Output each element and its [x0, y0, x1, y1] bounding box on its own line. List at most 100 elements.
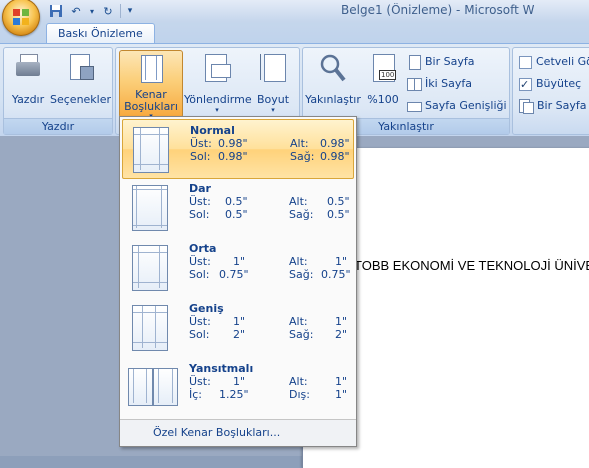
margin-bottom-value: 0.5" — [327, 195, 350, 208]
margin-right-value: 2" — [335, 328, 348, 341]
margin-bottom-label: Alt: — [290, 137, 309, 150]
margin-left-value: 2" — [233, 328, 246, 341]
margin-outside-value: 1" — [335, 388, 348, 401]
margin-right-label: Sağ: — [290, 150, 315, 163]
margins-icon — [135, 53, 167, 85]
shrink-one-page-button[interactable]: Bir Sayfa D — [519, 97, 589, 115]
margin-bottom-label: Alt: — [289, 375, 308, 388]
show-ruler-label: Cetveli Gö — [536, 55, 589, 68]
print-button-label: Yazdır — [11, 93, 45, 106]
margin-inside-value: 1.25" — [219, 388, 249, 401]
margin-top-label: Üst: — [190, 137, 212, 150]
size-label: Boyut — [256, 93, 290, 106]
margin-top-value: 0.98" — [218, 137, 248, 150]
custom-margins-item[interactable]: Özel Kenar Boşlukları... — [120, 419, 356, 446]
margin-top-label: Üst: — [189, 315, 211, 328]
size-dropdown-icon: ▾ — [271, 106, 275, 114]
magnifier-label: Büyüteç — [536, 77, 582, 90]
options-button-label: Seçenekler — [50, 93, 112, 106]
zoom-100-label: %100 — [367, 93, 399, 106]
margin-bottom-value: 1" — [335, 255, 348, 268]
margin-left-value: 0.5" — [225, 208, 248, 221]
margin-right-value: 0.75" — [321, 268, 351, 281]
margin-top-value: 1" — [233, 315, 246, 328]
print-group: Yazdır Seçenekler Yazdır — [3, 47, 113, 135]
preview-group: Cetveli Gö Büyüteç Bir Sayfa D — [512, 47, 589, 135]
margin-left-label: Sol: — [189, 268, 210, 281]
margin-outside-label: Dış: — [289, 388, 310, 401]
margin-top-value: 0.5" — [225, 195, 248, 208]
margin-option-narrow[interactable]: Dar Üst: 0.5" Alt: 0.5" Sol: 0.5" Sağ: 0.5" — [122, 178, 352, 236]
margin-option-normal[interactable]: Normal Üst: 0.98" Alt: 0.98" Sol: 0.98" Sağ: 0… — [122, 119, 354, 179]
magnifier-checkbox[interactable]: Büyüteç — [519, 75, 582, 94]
orientation-label: Yönlendirme — [184, 93, 252, 106]
margin-left-label: Sol: — [189, 328, 210, 341]
show-ruler-checkbox[interactable]: Cetveli Gö — [519, 53, 589, 71]
options-button[interactable]: Seçenekler — [50, 50, 112, 116]
margin-right-value: 0.98" — [320, 150, 350, 163]
margins-button[interactable]: Kenar Boşlukları ▾ — [119, 50, 183, 120]
one-page-icon — [407, 55, 421, 70]
page-width-button[interactable]: Sayfa Genişliği — [407, 97, 507, 115]
margin-option-mirrored[interactable]: Yansıtmalı Üst: 1" Alt: 1" İç: 1.25" Dış: 1" — [122, 358, 352, 416]
ribbon-tab-row: Baskı Önizleme — [0, 22, 589, 45]
wide-margins-icon — [130, 304, 168, 351]
shrink-one-page-label: Bir Sayfa D — [537, 99, 589, 112]
options-icon — [64, 52, 96, 84]
custom-margins-label: Özel Kenar Boşlukları... — [153, 426, 281, 439]
window-title: Belge1 (Önizleme) - Microsoft W — [341, 3, 535, 17]
margin-right-label: Sağ: — [289, 268, 314, 281]
margin-left-value: 0.98" — [218, 150, 248, 163]
magnifier-check-icon[interactable] — [519, 76, 532, 94]
office-logo-icon — [13, 9, 29, 25]
margin-right-label: Sağ: — [289, 328, 314, 341]
zoom-label: Yakınlaştır — [305, 93, 361, 106]
two-pages-icon — [407, 77, 422, 91]
margins-menu: Normal Üst: 0.98" Alt: 0.98" Sol: 0.98" Sağ: 0… — [119, 116, 357, 447]
orientation-button[interactable]: Yönlendirme ▾ — [184, 50, 252, 116]
zoom-button[interactable]: Yakınlaştır — [305, 50, 361, 116]
margin-bottom-label: Alt: — [289, 315, 308, 328]
magnifier-icon — [317, 52, 349, 84]
margin-left-label: Sol: — [189, 208, 210, 221]
shrink-one-page-icon — [519, 99, 534, 114]
narrow-margins-icon — [130, 184, 168, 231]
size-button[interactable]: Boyut ▾ — [252, 50, 294, 116]
margin-bottom-label: Alt: — [289, 255, 308, 268]
margin-inside-label: İç: — [189, 388, 202, 401]
mirrored-margins-icon — [128, 364, 180, 410]
margin-bottom-value: 1" — [335, 315, 348, 328]
show-ruler-check-icon[interactable] — [519, 55, 532, 69]
zoom-100-icon: 100 — [367, 52, 399, 84]
margin-top-label: Üst: — [189, 195, 211, 208]
margin-top-value: 1" — [233, 255, 246, 268]
margin-option-title: Geniş — [189, 302, 224, 315]
tab-print-preview[interactable]: Baskı Önizleme — [46, 23, 155, 45]
margin-bottom-label: Alt: — [289, 195, 308, 208]
print-button[interactable]: Yazdır — [8, 50, 48, 116]
page-width-label: Sayfa Genişliği — [425, 99, 507, 112]
two-pages-button[interactable]: İki Sayfa — [407, 75, 472, 93]
margin-option-title: Orta — [189, 242, 217, 255]
title-bar: ↶ ▾ ↻ ▾ Belge1 (Önizleme) - Microsoft W — [0, 0, 589, 22]
margin-top-value: 1" — [233, 375, 246, 388]
margin-option-title: Dar — [189, 182, 211, 195]
normal-margins-icon — [131, 126, 169, 173]
margin-option-wide[interactable]: Geniş Üst: 1" Alt: 1" Sol: 2" Sağ: 2" — [122, 298, 352, 356]
page-width-icon — [407, 99, 422, 113]
margin-left-label: Sol: — [190, 150, 211, 163]
document-text: TOBB EKONOMİ VE TEKNOLOJİ ÜNİVE — [354, 258, 589, 273]
margin-option-moderate[interactable]: Orta Üst: 1" Alt: 1" Sol: 0.75" Sağ: 0.75" — [122, 238, 352, 296]
margin-option-title: Normal — [190, 124, 235, 137]
one-page-button[interactable]: Bir Sayfa — [407, 53, 474, 71]
margin-bottom-value: 0.98" — [320, 137, 350, 150]
margin-bottom-value: 1" — [335, 375, 348, 388]
one-page-label: Bir Sayfa — [425, 55, 475, 68]
print-group-label: Yazdır — [4, 118, 112, 134]
margin-right-value: 0.5" — [327, 208, 350, 221]
moderate-margins-icon — [130, 244, 168, 291]
margin-top-label: Üst: — [189, 375, 211, 388]
margin-option-title: Yansıtmalı — [189, 362, 254, 375]
zoom-100-button[interactable]: 100 %100 — [364, 50, 402, 116]
margin-top-label: Üst: — [189, 255, 211, 268]
